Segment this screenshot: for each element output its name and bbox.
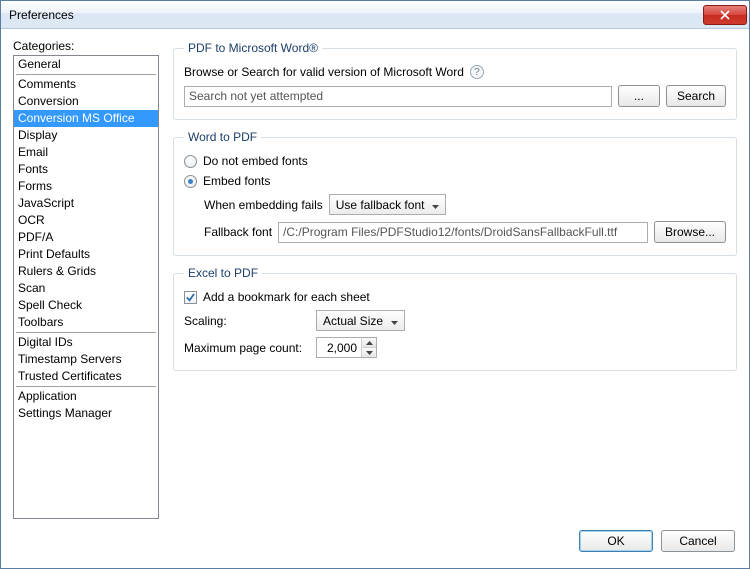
fallback-browse-button[interactable]: Browse... xyxy=(654,221,726,243)
category-item[interactable]: Settings Manager xyxy=(14,405,158,422)
category-item[interactable]: Spell Check xyxy=(14,297,158,314)
fallback-font-input[interactable] xyxy=(278,222,648,243)
pdf-to-word-group: PDF to Microsoft Word® Browse or Search … xyxy=(173,41,737,120)
spinner-up[interactable] xyxy=(362,338,376,348)
max-page-input[interactable] xyxy=(317,338,361,357)
radio-embed[interactable]: Embed fonts xyxy=(184,174,270,188)
when-fails-label: When embedding fails xyxy=(204,198,323,212)
cancel-button[interactable]: Cancel xyxy=(661,530,735,552)
category-item[interactable]: OCR xyxy=(14,212,158,229)
category-item[interactable]: Trusted Certificates xyxy=(14,368,158,385)
title-bar: Preferences xyxy=(1,1,749,29)
word-to-pdf-group: Word to PDF Do not embed fonts Embed fon… xyxy=(173,130,737,256)
radio-icon xyxy=(184,155,197,168)
category-item[interactable]: Display xyxy=(14,127,158,144)
categories-label: Categories: xyxy=(13,39,159,53)
excel-to-pdf-legend: Excel to PDF xyxy=(184,266,262,280)
word-search-button[interactable]: Search xyxy=(666,85,726,107)
category-item[interactable]: Forms xyxy=(14,178,158,195)
word-to-pdf-legend: Word to PDF xyxy=(184,130,261,144)
category-item[interactable]: Fonts xyxy=(14,161,158,178)
radio-no-embed-label: Do not embed fonts xyxy=(203,154,308,168)
category-item[interactable]: Timestamp Servers xyxy=(14,351,158,368)
max-page-label: Maximum page count: xyxy=(184,341,310,355)
category-item[interactable]: Conversion xyxy=(14,93,158,110)
bookmark-checkbox[interactable]: Add a bookmark for each sheet xyxy=(184,290,370,304)
excel-to-pdf-group: Excel to PDF Add a bookmark for each she… xyxy=(173,266,737,371)
category-separator xyxy=(16,332,156,333)
category-separator xyxy=(16,74,156,75)
chevron-down-icon xyxy=(428,198,443,212)
checkbox-icon xyxy=(184,291,197,304)
spinner-down[interactable] xyxy=(362,348,376,357)
when-fails-combo[interactable]: Use fallback font xyxy=(329,194,447,215)
chevron-down-icon xyxy=(387,314,402,328)
word-browse-button[interactable]: ... xyxy=(618,85,660,107)
pdf-to-word-hint: Browse or Search for valid version of Mi… xyxy=(184,65,464,79)
scaling-label: Scaling: xyxy=(184,314,310,328)
pdf-to-word-legend: PDF to Microsoft Word® xyxy=(184,41,322,55)
categories-list[interactable]: General CommentsConversionConversion MS O… xyxy=(13,55,159,519)
category-item[interactable]: Conversion MS Office xyxy=(14,110,158,127)
category-separator xyxy=(16,386,156,387)
scaling-combo[interactable]: Actual Size xyxy=(316,310,405,331)
bookmark-label: Add a bookmark for each sheet xyxy=(203,290,370,304)
window-title: Preferences xyxy=(9,8,74,22)
radio-icon xyxy=(184,175,197,188)
scaling-value: Actual Size xyxy=(323,314,383,328)
category-item[interactable]: Scan xyxy=(14,280,158,297)
help-icon[interactable]: ? xyxy=(470,65,484,79)
category-item[interactable]: Print Defaults xyxy=(14,246,158,263)
category-item[interactable]: JavaScript xyxy=(14,195,158,212)
close-icon xyxy=(720,10,730,20)
word-search-status xyxy=(184,86,612,107)
ok-button[interactable]: OK xyxy=(579,530,653,552)
category-item[interactable]: Comments xyxy=(14,76,158,93)
category-item[interactable]: Application xyxy=(14,388,158,405)
category-item[interactable]: General xyxy=(14,56,158,73)
when-fails-value: Use fallback font xyxy=(336,198,425,212)
radio-embed-label: Embed fonts xyxy=(203,174,270,188)
category-item[interactable]: Rulers & Grids xyxy=(14,263,158,280)
fallback-font-label: Fallback font xyxy=(204,225,272,239)
radio-no-embed[interactable]: Do not embed fonts xyxy=(184,154,308,168)
max-page-spinner[interactable] xyxy=(316,337,377,358)
category-item[interactable]: Email xyxy=(14,144,158,161)
dialog-footer: OK Cancel xyxy=(1,523,749,559)
category-item[interactable]: Digital IDs xyxy=(14,334,158,351)
close-button[interactable] xyxy=(703,5,747,25)
category-item[interactable]: PDF/A xyxy=(14,229,158,246)
category-item[interactable]: Toolbars xyxy=(14,314,158,331)
